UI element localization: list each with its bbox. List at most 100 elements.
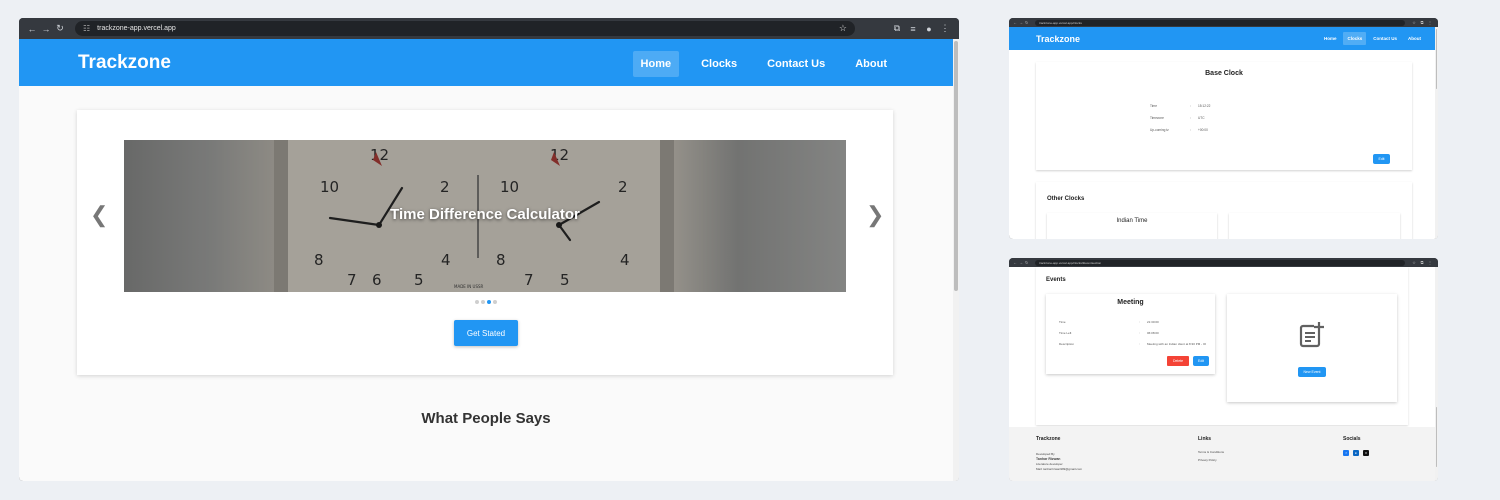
base-clock-title: Base Clock bbox=[1205, 70, 1243, 77]
carousel-indicators bbox=[474, 300, 498, 304]
page-viewport: Events Meeting Time : 21:30:00 Time Left… bbox=[1009, 267, 1438, 481]
site-header: Trackzone Home Clocks Contact Us About bbox=[19, 39, 953, 86]
carousel-slide: 12102 467 85 12102 8475 MADE IN USSR bbox=[124, 140, 846, 292]
site-nav: Home Clocks Contact Us About bbox=[1317, 32, 1425, 45]
page-viewport: Trackzone Home Clocks Contact Us About B… bbox=[1009, 27, 1438, 239]
nav-clocks[interactable]: Clocks bbox=[693, 51, 745, 77]
site-nav: Home Clocks Contact Us About bbox=[619, 51, 895, 77]
detail-value: 15:12:22 bbox=[1198, 104, 1211, 108]
scrollbar-thumb[interactable] bbox=[1436, 407, 1437, 467]
extensions-icon[interactable]: ⧉ bbox=[1418, 20, 1426, 25]
footer-links: Links Terms & Conditions Privacy Policy bbox=[1198, 436, 1224, 466]
detail-label: Up-coming tz bbox=[1150, 128, 1169, 132]
developer-role: Literature developer bbox=[1036, 462, 1063, 466]
carousel-dot-4[interactable] bbox=[493, 300, 497, 304]
footer-link-terms[interactable]: Terms & Conditions bbox=[1198, 450, 1224, 454]
forward-icon[interactable]: → bbox=[39, 24, 53, 34]
nav-home[interactable]: Home bbox=[632, 51, 680, 77]
carousel-dot-1[interactable] bbox=[475, 300, 479, 304]
scrollbar[interactable] bbox=[953, 39, 959, 481]
facebook-icon[interactable]: f bbox=[1343, 450, 1349, 456]
events-title: Events bbox=[1046, 277, 1066, 283]
back-icon[interactable]: ← bbox=[25, 24, 39, 34]
delete-event-button[interactable]: Delete bbox=[1167, 356, 1189, 366]
detail-separator: : bbox=[1139, 320, 1140, 324]
detail-value: 21:30:00 bbox=[1147, 320, 1159, 324]
carousel-prev-icon[interactable]: ❮ bbox=[90, 202, 108, 228]
site-footer: Trackzone Developed By Tanhar Rizwan Lit… bbox=[1009, 427, 1435, 481]
nav-home[interactable]: Home bbox=[1320, 32, 1341, 45]
extensions-icon[interactable]: ⧉ bbox=[889, 23, 905, 34]
footer-about: Trackzone Developed By Tanhar Rizwan Lit… bbox=[1036, 436, 1082, 475]
browser-window-events: ← → ↻ trackzone-app.vercel.app/clocks/#e… bbox=[1009, 258, 1438, 481]
profile-avatar-icon[interactable]: ● bbox=[921, 24, 937, 34]
site-brand[interactable]: Trackzone bbox=[1036, 34, 1080, 44]
browser-actions: ☆ ⧉ ⋮ bbox=[1410, 260, 1434, 265]
address-bar[interactable]: ☷ trackzone-app.vercel.app ☆ bbox=[75, 21, 855, 36]
bookmark-star-icon[interactable]: ☆ bbox=[839, 23, 847, 34]
browser-window-home: ← → ↻ ☷ trackzone-app.vercel.app ☆ ⧉ ≡ ●… bbox=[19, 18, 959, 481]
menu-kebab-icon[interactable]: ⋮ bbox=[1426, 260, 1434, 265]
developer-email[interactable]: Mail: tanharrizwan999@gmail.com bbox=[1036, 467, 1082, 471]
reload-icon[interactable]: ↻ bbox=[1025, 20, 1031, 25]
detail-separator: : bbox=[1190, 104, 1191, 108]
add-event-card: New Event bbox=[1227, 294, 1397, 402]
get-started-button[interactable]: Get Stated bbox=[454, 320, 518, 346]
footer-link-privacy[interactable]: Privacy Policy bbox=[1198, 458, 1224, 462]
address-bar-url: trackzone-app.vercel.app bbox=[97, 25, 176, 32]
nav-contact-us[interactable]: Contact Us bbox=[1369, 32, 1401, 45]
clock-card bbox=[1229, 213, 1400, 239]
menu-kebab-icon[interactable]: ⋮ bbox=[937, 23, 953, 34]
media-icon[interactable]: ≡ bbox=[905, 24, 921, 34]
clock-card: Indian Time bbox=[1047, 213, 1217, 239]
menu-kebab-icon[interactable]: ⋮ bbox=[1426, 20, 1434, 25]
detail-value: +00:00 bbox=[1198, 128, 1208, 132]
base-clock-card: Base Clock Time : 15:12:22 Timezone : UT… bbox=[1036, 62, 1412, 170]
note-add-icon[interactable] bbox=[1299, 321, 1325, 348]
nav-about[interactable]: About bbox=[1404, 32, 1425, 45]
address-bar-url: trackzone-app.vercel.app/clocks/#eventse… bbox=[1039, 260, 1102, 265]
carousel-dot-2[interactable] bbox=[481, 300, 485, 304]
nav-contact-us[interactable]: Contact Us bbox=[759, 51, 833, 77]
scrollbar[interactable] bbox=[1435, 267, 1438, 481]
linkedin-icon[interactable]: in bbox=[1353, 450, 1359, 456]
carousel-next-icon[interactable]: ❯ bbox=[866, 202, 884, 228]
detail-value: 06:08:00 bbox=[1147, 331, 1159, 335]
site-brand[interactable]: Trackzone bbox=[78, 52, 171, 74]
social-icons: f in X bbox=[1343, 450, 1373, 456]
extensions-icon[interactable]: ⧉ bbox=[1418, 260, 1426, 265]
detail-value: Meeting with an Indian client at 8:30 PM… bbox=[1147, 342, 1207, 346]
event-details: Time : 21:30:00 Time Left : 06:08:00 Des… bbox=[1059, 320, 1227, 346]
browser-toolbar: ← → ↻ trackzone-app.vercel.app/clocks/#e… bbox=[1009, 258, 1438, 267]
reload-icon[interactable]: ↻ bbox=[53, 23, 67, 34]
detail-label: Time bbox=[1059, 320, 1066, 324]
scrollbar-thumb[interactable] bbox=[1436, 29, 1437, 89]
detail-separator: : bbox=[1190, 116, 1191, 120]
edit-base-clock-button[interactable]: Edit bbox=[1373, 154, 1390, 164]
bookmark-star-icon[interactable]: ☆ bbox=[1410, 20, 1418, 25]
testimonials-title: What People Says bbox=[421, 410, 551, 427]
new-event-button[interactable]: New Event bbox=[1298, 367, 1326, 377]
browser-nav-controls: ← → ↻ bbox=[1013, 260, 1031, 265]
site-info-icon[interactable]: ☷ bbox=[83, 24, 90, 33]
event-card-title: Meeting bbox=[1117, 299, 1144, 306]
scrollbar[interactable] bbox=[1435, 27, 1438, 239]
reload-icon[interactable]: ↻ bbox=[1025, 260, 1031, 265]
address-bar-url: trackzone-app.vercel.app/clocks bbox=[1039, 20, 1082, 25]
scrollbar-thumb[interactable] bbox=[954, 41, 958, 291]
browser-toolbar: ← → ↻ ☷ trackzone-app.vercel.app ☆ ⧉ ≡ ●… bbox=[19, 18, 959, 39]
browser-toolbar: ← → ↻ trackzone-app.vercel.app/clocks ☆ … bbox=[1009, 18, 1438, 27]
x-twitter-icon[interactable]: X bbox=[1363, 450, 1369, 456]
site-header: Trackzone Home Clocks Contact Us About bbox=[1009, 27, 1435, 50]
detail-label: Timezone bbox=[1150, 116, 1164, 120]
detail-separator: : bbox=[1139, 342, 1140, 346]
bookmark-star-icon[interactable]: ☆ bbox=[1410, 260, 1418, 265]
address-bar[interactable]: trackzone-app.vercel.app/clocks/#eventse… bbox=[1035, 259, 1405, 266]
edit-event-button[interactable]: Edit bbox=[1193, 356, 1209, 366]
carousel-dot-3[interactable] bbox=[487, 300, 491, 304]
hero-carousel-card: ❮ 12 10 2 467 85 12 10 2 8475 MADE IN US… bbox=[77, 110, 893, 375]
nav-clocks[interactable]: Clocks bbox=[1343, 32, 1367, 45]
nav-about[interactable]: About bbox=[847, 51, 895, 77]
other-clocks-title: Other Clocks bbox=[1047, 196, 1085, 202]
address-bar[interactable]: trackzone-app.vercel.app/clocks bbox=[1035, 19, 1405, 26]
